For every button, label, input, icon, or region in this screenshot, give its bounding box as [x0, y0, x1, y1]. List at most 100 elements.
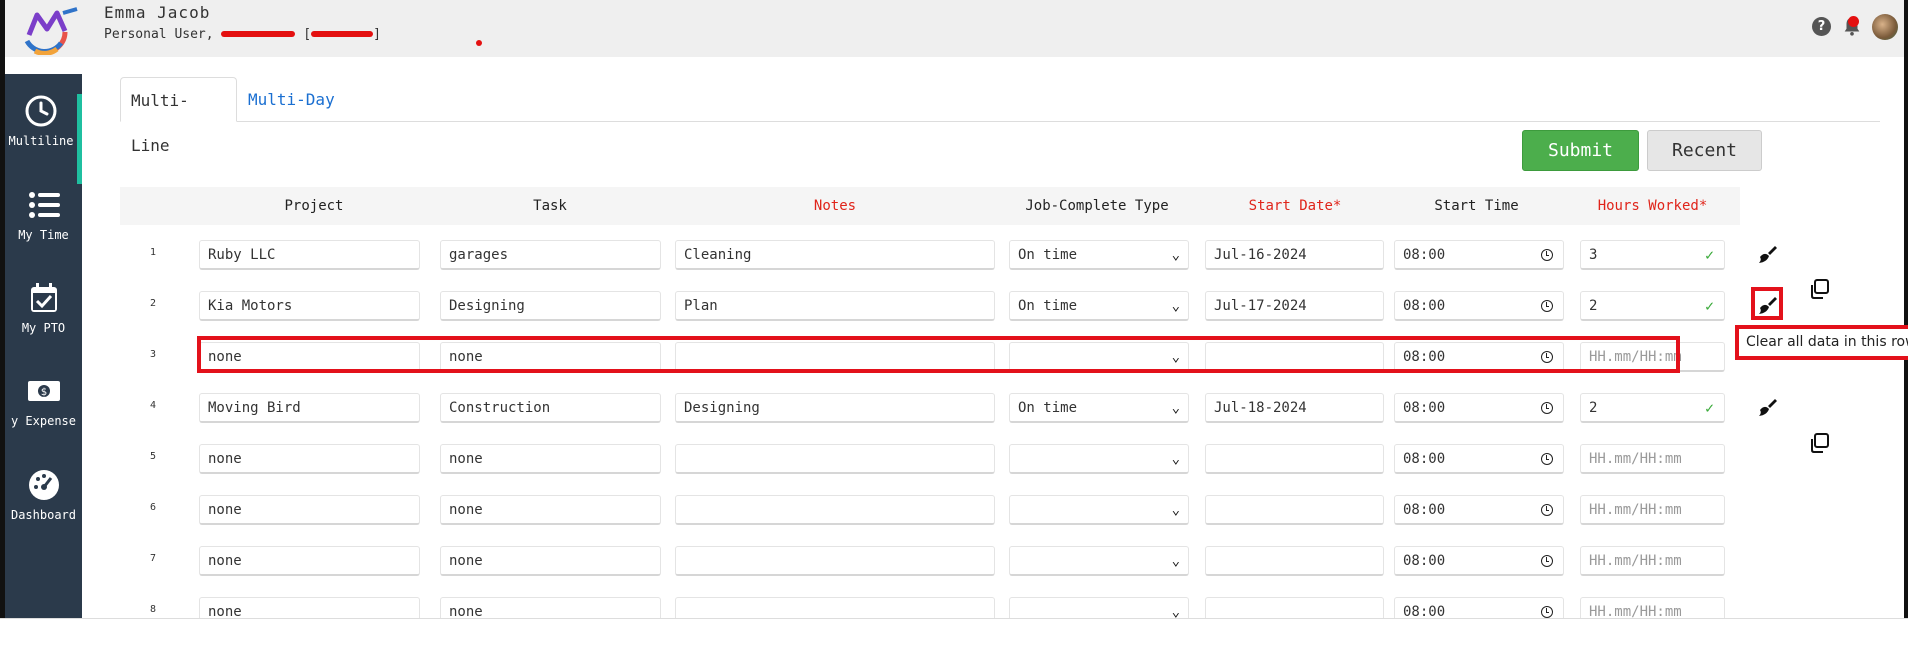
column-header-hours-worked: Hours Worked*: [1597, 198, 1708, 214]
task-field[interactable]: Construction: [440, 393, 661, 423]
svg-text:$: $: [40, 387, 46, 398]
row-highlight-annotation: [197, 336, 1680, 373]
table-row: 5 none none ⌄ 08:00 HH.mm/HH:mm: [120, 434, 1740, 485]
start-time-field[interactable]: 08:00: [1394, 597, 1564, 618]
sidebar-item-multiline[interactable]: Multiline: [5, 94, 82, 184]
start-date-field[interactable]: [1205, 546, 1384, 576]
sidebar-item-dashboard[interactable]: Dashboard: [5, 468, 82, 558]
start-time-value: 08:00: [1403, 604, 1446, 618]
hours-worked-field[interactable]: HH.mm/HH:mm: [1580, 495, 1725, 525]
start-date-field[interactable]: Jul-16-2024: [1205, 240, 1384, 270]
project-field[interactable]: Ruby LLC: [199, 240, 420, 270]
start-time-value: 08:00: [1403, 451, 1446, 467]
job-complete-select[interactable]: ⌄: [1009, 444, 1189, 474]
start-time-value: 08:00: [1403, 247, 1446, 263]
task-field[interactable]: none: [440, 444, 661, 474]
help-icon[interactable]: ?: [1812, 17, 1831, 36]
list-icon: [28, 192, 60, 218]
notes-field[interactable]: Designing: [675, 393, 995, 423]
task-field[interactable]: none: [440, 495, 661, 525]
clock-icon: [25, 95, 57, 127]
task-field[interactable]: Designing: [440, 291, 661, 321]
hours-worked-field[interactable]: 3 ✓: [1580, 240, 1725, 270]
start-date-field[interactable]: [1205, 444, 1384, 474]
table-row: 4 Moving Bird Construction Designing On …: [120, 383, 1740, 434]
job-complete-select[interactable]: On time ⌄: [1009, 240, 1189, 270]
project-field[interactable]: Moving Bird: [199, 393, 420, 423]
start-date-field[interactable]: [1205, 597, 1384, 618]
clear-row-brush-icon[interactable]: [1756, 243, 1778, 265]
notes-field[interactable]: [675, 444, 995, 474]
tab-multi-line[interactable]: Multi-Line: [120, 77, 237, 155]
start-time-field[interactable]: 08:00: [1394, 291, 1564, 321]
hours-worked-value: 3: [1589, 247, 1598, 263]
project-field[interactable]: none: [199, 597, 420, 618]
start-time-value: 08:00: [1403, 502, 1446, 518]
start-time-field[interactable]: 08:00: [1394, 444, 1564, 474]
job-complete-select[interactable]: ⌄: [1009, 495, 1189, 525]
notes-field[interactable]: [675, 597, 995, 618]
recent-button[interactable]: Recent: [1647, 130, 1762, 171]
notes-field[interactable]: [675, 546, 995, 576]
tooltip-highlight-annotation: [1735, 325, 1908, 360]
row-number: 3: [149, 349, 157, 360]
job-complete-select[interactable]: On time ⌄: [1009, 291, 1189, 321]
copy-row-icon[interactable]: [1808, 432, 1830, 454]
sidebar-item-my-pto[interactable]: My PTO: [5, 281, 82, 371]
notes-field[interactable]: [675, 495, 995, 525]
task-field[interactable]: none: [440, 597, 661, 618]
sidebar-item-my-time[interactable]: My Time: [5, 188, 82, 278]
notes-field[interactable]: Plan: [675, 291, 995, 321]
tab-multi-day[interactable]: Multi-Day: [238, 77, 345, 122]
start-time-field[interactable]: 08:00: [1394, 393, 1564, 423]
project-field[interactable]: none: [199, 495, 420, 525]
column-header-job-complete: Job-Complete Type: [1025, 198, 1169, 214]
start-date-field[interactable]: [1205, 495, 1384, 525]
start-date-field[interactable]: Jul-18-2024: [1205, 393, 1384, 423]
chevron-down-icon: ⌄: [1171, 400, 1180, 416]
chevron-down-icon: ⌄: [1171, 553, 1180, 569]
logo-icon[interactable]: [15, 5, 81, 55]
start-time-value: 08:00: [1403, 298, 1446, 314]
hours-worked-field[interactable]: HH.mm/HH:mm: [1580, 444, 1725, 474]
column-header-notes: Notes: [813, 198, 857, 214]
hours-worked-field[interactable]: 2 ✓: [1580, 291, 1725, 321]
project-field[interactable]: none: [199, 444, 420, 474]
hours-worked-value: 2: [1589, 400, 1598, 416]
user-role-prefix: Personal User,: [104, 27, 214, 42]
job-complete-select[interactable]: On time ⌄: [1009, 393, 1189, 423]
submit-button[interactable]: Submit: [1522, 130, 1639, 171]
hours-worked-field[interactable]: HH.mm/HH:mm: [1580, 597, 1725, 618]
hours-worked-field[interactable]: 2 ✓: [1580, 393, 1725, 423]
column-header-task: Task: [533, 198, 567, 214]
job-complete-select[interactable]: ⌄: [1009, 597, 1189, 618]
job-complete-select[interactable]: ⌄: [1009, 546, 1189, 576]
start-time-field[interactable]: 08:00: [1394, 240, 1564, 270]
copy-row-icon[interactable]: [1808, 278, 1830, 300]
dashboard-icon: [28, 470, 59, 500]
start-time-value: 08:00: [1403, 553, 1446, 569]
sidebar-item-label: My PTO: [21, 321, 66, 335]
notes-field[interactable]: Cleaning: [675, 240, 995, 270]
avatar[interactable]: [1872, 14, 1898, 40]
check-icon: ✓: [1704, 246, 1714, 264]
clock-icon: [1541, 249, 1553, 261]
project-field[interactable]: Kia Motors: [199, 291, 420, 321]
calendar-check-icon: [30, 283, 57, 312]
clock-icon: [1541, 606, 1553, 618]
sidebar-item-my-expense[interactable]: $ y Expense: [5, 374, 82, 464]
table-row: 7 none none ⌄ 08:00 HH.mm/HH:mm: [120, 536, 1740, 587]
hours-worked-field[interactable]: HH.mm/HH:mm: [1580, 546, 1725, 576]
task-field[interactable]: garages: [440, 240, 661, 270]
start-date-field[interactable]: Jul-17-2024: [1205, 291, 1384, 321]
redacted-text: [311, 30, 374, 37]
table-row: 2 Kia Motors Designing Plan On time ⌄ Jul…: [120, 281, 1740, 332]
check-icon: ✓: [1704, 399, 1714, 417]
start-time-field[interactable]: 08:00: [1394, 495, 1564, 525]
clock-icon: [1541, 300, 1553, 312]
project-field[interactable]: none: [199, 546, 420, 576]
clear-row-brush-icon[interactable]: [1756, 396, 1778, 418]
start-time-field[interactable]: 08:00: [1394, 546, 1564, 576]
task-field[interactable]: none: [440, 546, 661, 576]
bracket-open: [: [303, 27, 312, 42]
